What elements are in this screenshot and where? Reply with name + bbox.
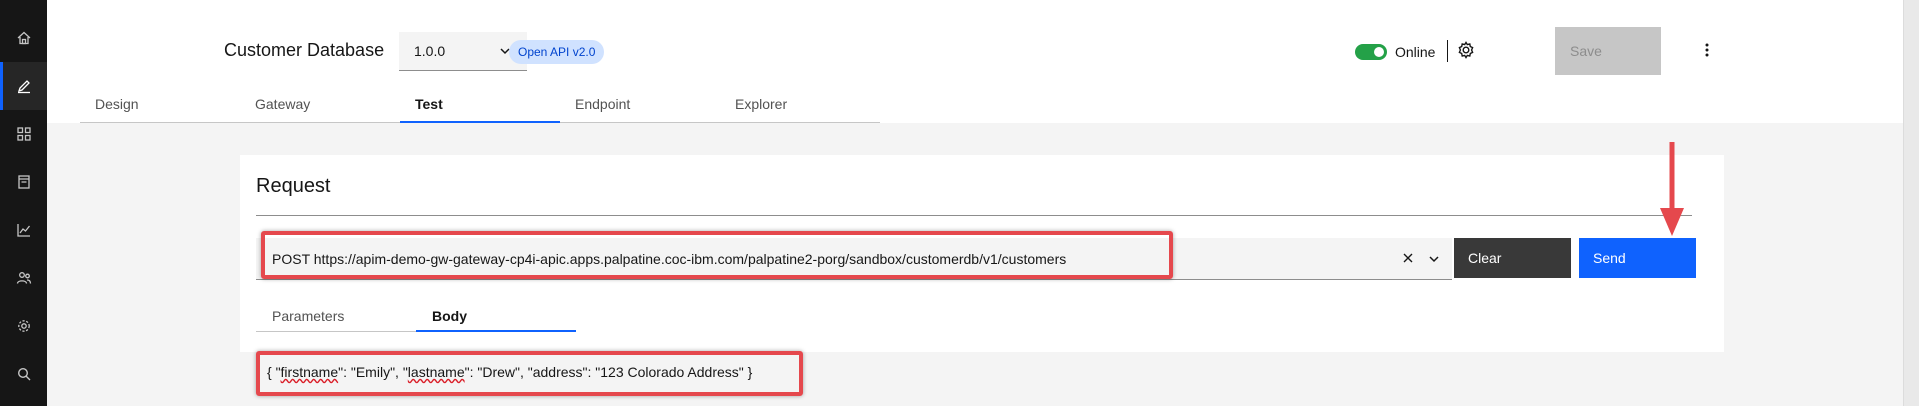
clear-url-icon[interactable]	[1402, 252, 1414, 264]
chart-icon[interactable]	[0, 206, 47, 254]
tab-gateway[interactable]: Gateway	[240, 92, 400, 123]
tab-design[interactable]: Design	[80, 92, 240, 123]
tab-parameters[interactable]: Parameters	[256, 301, 416, 332]
spec-version-tag: Open API v2.0	[509, 40, 605, 64]
grid-icon[interactable]	[0, 110, 47, 158]
editor-tabs: Design Gateway Test Endpoint Explorer	[80, 92, 880, 123]
document-icon[interactable]	[0, 158, 47, 206]
edit-icon[interactable]	[0, 62, 47, 110]
tab-test[interactable]: Test	[400, 92, 560, 123]
users-icon[interactable]	[0, 254, 47, 302]
request-subtabs: Parameters Body	[256, 301, 576, 332]
version-select[interactable]: 1.0.0	[399, 32, 527, 71]
header-divider	[1447, 40, 1448, 62]
overflow-menu-icon[interactable]	[1699, 40, 1715, 60]
search-icon[interactable]	[0, 350, 47, 398]
body-highlight-box	[256, 351, 803, 396]
api-title: Customer Database	[224, 40, 385, 60]
tab-body[interactable]: Body	[416, 301, 576, 332]
left-nav-sidebar	[0, 0, 47, 406]
main-area: Customer Database 1.0.0 Open API v2.0 On…	[47, 0, 1919, 406]
send-button[interactable]: Send	[1579, 238, 1696, 278]
clear-button[interactable]: Clear	[1454, 238, 1571, 278]
online-toggle[interactable]	[1355, 44, 1387, 60]
toggle-knob	[1374, 47, 1384, 57]
version-value: 1.0.0	[414, 43, 446, 59]
request-title: Request	[256, 175, 331, 197]
settings-icon[interactable]	[0, 302, 47, 350]
request-divider	[256, 215, 1692, 216]
tab-endpoint[interactable]: Endpoint	[560, 92, 720, 123]
url-highlight-box	[261, 231, 1173, 279]
save-button[interactable]: Save	[1555, 27, 1661, 75]
online-label: Online	[1395, 44, 1436, 60]
chevron-down-icon[interactable]	[1428, 253, 1440, 265]
gear-icon[interactable]	[1456, 40, 1476, 60]
tab-explorer[interactable]: Explorer	[720, 92, 880, 123]
arrow-down-annotation	[1660, 142, 1684, 236]
home-icon[interactable]	[0, 14, 47, 62]
scrollbar-rail[interactable]	[1903, 0, 1919, 406]
